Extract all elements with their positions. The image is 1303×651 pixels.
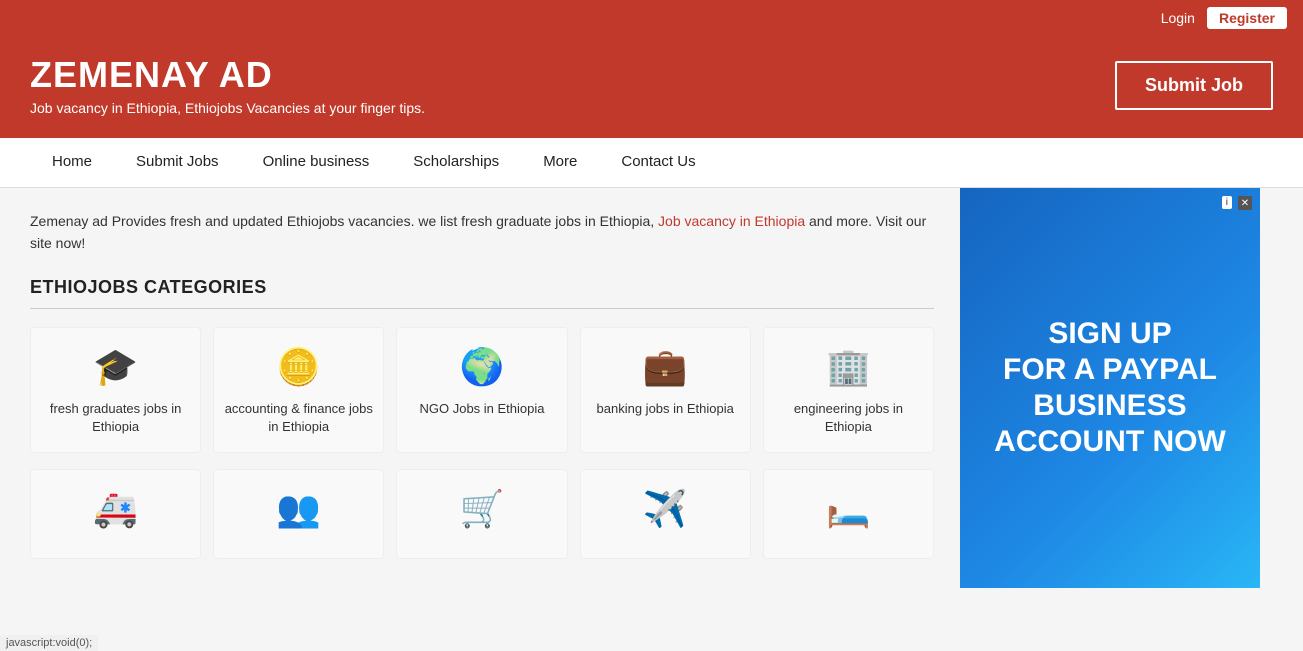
submit-job-button[interactable]: Submit Job [1115,61,1273,110]
register-link[interactable]: Register [1207,7,1287,29]
graduation-icon: 🎓 [93,346,138,388]
category-card-retail-jobs[interactable]: 🛒 [396,469,567,559]
category-card-accounting-finance[interactable]: 🪙 accounting & finance jobs in Ethiopia [213,327,384,453]
category-label-engineering-jobs: engineering jobs in Ethiopia [774,400,923,436]
logo-area: ZEMENAY AD Job vacancy in Ethiopia, Ethi… [30,54,425,116]
bed-icon: 🛏️ [826,488,871,530]
category-card-ngo-jobs[interactable]: 🌍 NGO Jobs in Ethiopia [396,327,567,453]
intro-text: Zemenay ad Provides fresh and updated Et… [30,210,934,255]
category-card-aviation-jobs[interactable]: ✈️ [580,469,751,559]
category-card-banking-jobs[interactable]: 💼 banking jobs in Ethiopia [580,327,751,453]
nav-bar: Home Submit Jobs Online business Scholar… [0,138,1303,188]
intro-text-part1: Zemenay ad Provides fresh and updated Et… [30,213,658,229]
category-label-fresh-graduates: fresh graduates jobs in Ethiopia [41,400,190,436]
login-link[interactable]: Login [1161,10,1195,26]
logo-subtitle: Job vacancy in Ethiopia, Ethiojobs Vacan… [30,100,425,116]
nav-item-submit-jobs[interactable]: Submit Jobs [114,138,241,188]
building-icon: 🏢 [826,346,871,388]
ad-badge: i [1222,196,1232,209]
category-card-fresh-graduates[interactable]: 🎓 fresh graduates jobs in Ethiopia [30,327,201,453]
category-card-hospitality-jobs[interactable]: 🛏️ [763,469,934,559]
cart-icon: 🛒 [460,488,505,530]
category-label-banking-jobs: banking jobs in Ethiopia [597,400,734,418]
category-card-engineering-jobs[interactable]: 🏢 engineering jobs in Ethiopia [763,327,934,453]
nav-item-online-business[interactable]: Online business [241,138,392,188]
content-area: Zemenay ad Provides fresh and updated Et… [0,188,960,588]
logo-title: ZEMENAY AD [30,54,425,96]
intro-link[interactable]: Job vacancy in Ethiopia [658,213,805,229]
nav-item-home[interactable]: Home [30,138,114,188]
ambulance-icon: 🚑 [93,488,138,530]
airplane-icon: ✈️ [643,488,688,530]
nav-item-more[interactable]: More [521,138,599,188]
nav-item-contact-us[interactable]: Contact Us [599,138,717,188]
people-icon: 👥 [276,488,321,530]
section-divider [30,308,934,309]
status-bar: javascript:void(0); [0,635,98,651]
nav-item-scholarships[interactable]: Scholarships [391,138,521,188]
category-card-social-jobs[interactable]: 👥 [213,469,384,559]
header: ZEMENAY AD Job vacancy in Ethiopia, Ethi… [0,36,1303,138]
coins-icon: 🪙 [276,346,321,388]
ad-text: SIGN UPFOR A PAYPALBUSINESSACCOUNT NOW [994,316,1226,460]
category-grid-row2: 🚑 👥 🛒 ✈️ 🛏️ [30,469,934,559]
top-bar: Login Register [0,0,1303,36]
categories-heading: ETHIOJOBS CATEGORIES [30,277,934,298]
globe-icon: 🌍 [460,346,505,388]
briefcase-icon: 💼 [643,346,688,388]
category-grid-row1: 🎓 fresh graduates jobs in Ethiopia 🪙 acc… [30,327,934,453]
ad-close-button[interactable]: ✕ [1238,196,1252,210]
category-card-health-jobs[interactable]: 🚑 [30,469,201,559]
category-label-accounting-finance: accounting & finance jobs in Ethiopia [224,400,373,436]
category-label-ngo-jobs: NGO Jobs in Ethiopia [419,400,544,418]
main-layout: Zemenay ad Provides fresh and updated Et… [0,188,1303,588]
sidebar-ad: i ✕ SIGN UPFOR A PAYPALBUSINESSACCOUNT N… [960,188,1260,588]
